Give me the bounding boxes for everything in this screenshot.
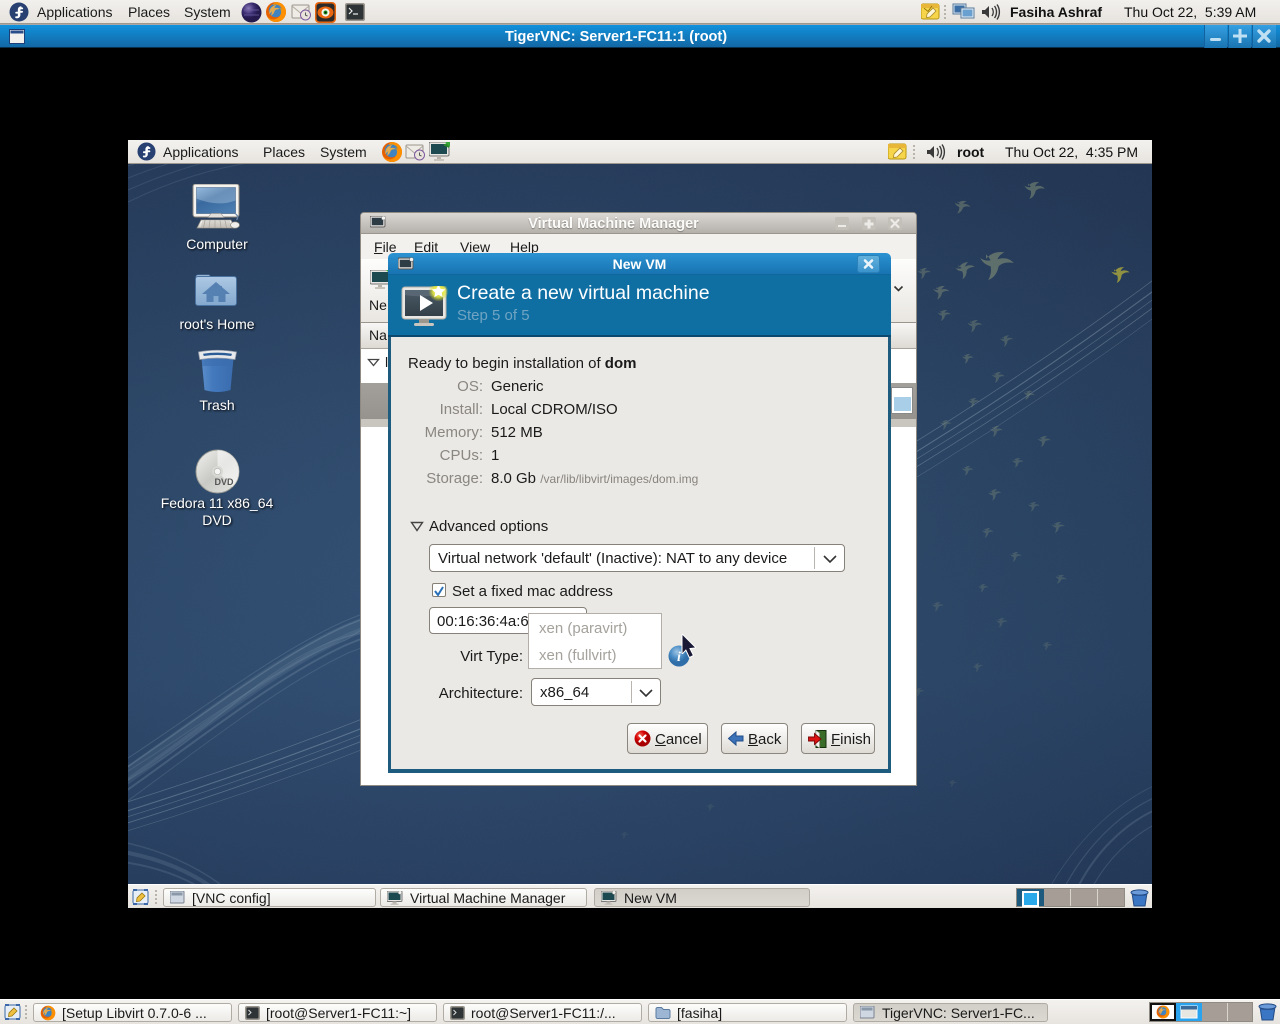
svg-text:DVD: DVD xyxy=(214,477,234,487)
